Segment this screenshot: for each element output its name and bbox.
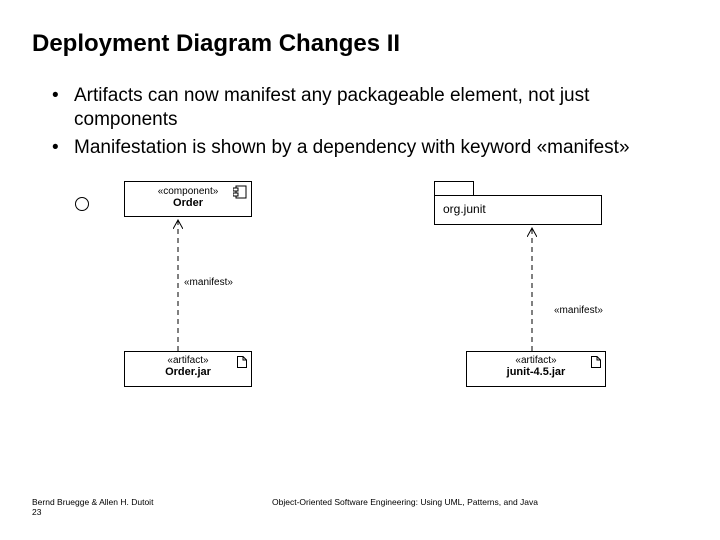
artifact-name: junit-4.5.jar bbox=[467, 366, 605, 378]
artifact-stereotype: «artifact» bbox=[125, 355, 251, 366]
uml-artifact-box: «artifact» junit-4.5.jar bbox=[466, 351, 606, 387]
uml-component-box: «component» Order bbox=[124, 181, 252, 217]
document-icon bbox=[591, 355, 601, 373]
diagram-area: «component» Order «artifact» Order.jar «… bbox=[48, 177, 688, 437]
manifest-label: «manifest» bbox=[554, 305, 603, 316]
artifact-name: Order.jar bbox=[125, 366, 251, 378]
manifest-label: «manifest» bbox=[184, 277, 233, 288]
component-icon bbox=[233, 185, 247, 204]
uml-artifact-box: «artifact» Order.jar bbox=[124, 351, 252, 387]
footer-book-title: Object-Oriented Software Engineering: Us… bbox=[272, 497, 538, 507]
slide-footer: Bernd Bruegge & Allen H. Dutoit 23 Objec… bbox=[32, 497, 688, 518]
document-icon bbox=[237, 355, 247, 373]
bullet-item: Manifestation is shown by a dependency w… bbox=[52, 136, 688, 160]
footer-page: 23 bbox=[32, 507, 41, 517]
footer-authors: Bernd Bruegge & Allen H. Dutoit bbox=[32, 497, 153, 507]
bullet-item: Artifacts can now manifest any packageab… bbox=[52, 84, 688, 132]
slide-title: Deployment Diagram Changes II bbox=[32, 30, 688, 58]
uml-package: org.junit bbox=[434, 181, 602, 225]
package-name: org.junit bbox=[434, 195, 602, 225]
artifact-stereotype: «artifact» bbox=[467, 355, 605, 366]
bullet-list: Artifacts can now manifest any packageab… bbox=[52, 84, 688, 159]
interface-ball-icon bbox=[75, 197, 89, 211]
